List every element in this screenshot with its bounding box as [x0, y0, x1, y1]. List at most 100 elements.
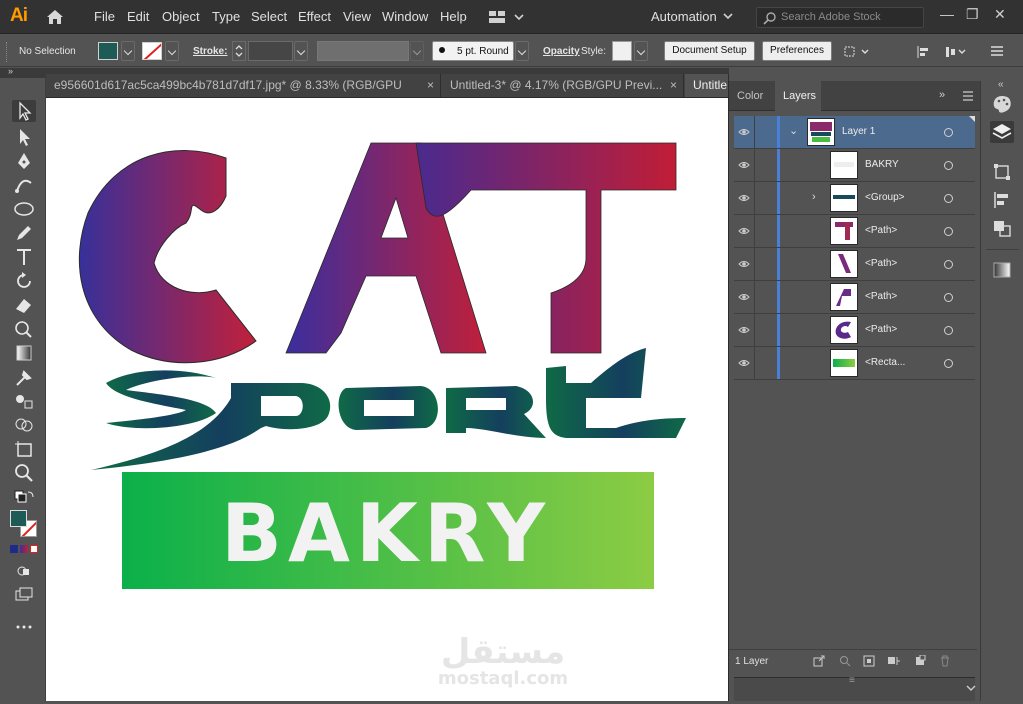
visibility-eye-icon[interactable]	[738, 226, 750, 236]
color-palette-icon[interactable]	[990, 93, 1014, 115]
clipping-mask-icon[interactable]	[863, 655, 875, 670]
target-circle-icon[interactable]	[944, 227, 953, 236]
visibility-eye-icon[interactable]	[738, 127, 750, 137]
eraser-tool-icon[interactable]	[12, 294, 36, 316]
menu-view[interactable]: View	[343, 9, 371, 24]
color-mode-buttons[interactable]	[10, 545, 38, 553]
resize-grip[interactable]: ≡	[849, 675, 855, 686]
expand-dock-icon[interactable]: «	[998, 79, 1004, 90]
align-icon[interactable]	[916, 44, 932, 63]
pen-tool-icon[interactable]	[12, 150, 36, 172]
collapse-icon[interactable]: »	[8, 66, 13, 76]
fill-dropdown[interactable]	[121, 41, 135, 61]
zoom-tool-icon[interactable]	[12, 462, 36, 484]
new-layer-icon[interactable]	[914, 654, 926, 670]
stroke-dropdown[interactable]	[165, 41, 179, 61]
maximize-button[interactable]: ❐	[966, 6, 979, 23]
screen-mode-icon[interactable]	[12, 584, 36, 606]
tab-close-icon[interactable]: ×	[670, 74, 677, 96]
layer-row[interactable]: <Path>	[734, 314, 975, 347]
layers-stack-icon[interactable]	[990, 121, 1014, 143]
layer-row[interactable]: <Recta...	[734, 347, 975, 380]
type-tool-icon[interactable]	[12, 246, 36, 268]
tab-document-3[interactable]: Untitle	[685, 74, 729, 97]
menu-select[interactable]: Select	[251, 9, 287, 24]
visibility-eye-icon[interactable]	[738, 193, 750, 203]
gradient-panel-icon[interactable]	[990, 259, 1014, 281]
tab-document-1[interactable]: e956601d617ac5ca499bc4b781d7df17.jpg* @ …	[46, 74, 441, 114]
chevron-down-icon[interactable]	[722, 10, 734, 25]
opacity-label[interactable]: Opacity	[543, 46, 580, 57]
layer-row[interactable]: › <Group>	[734, 182, 975, 215]
curvature-tool-icon[interactable]	[12, 174, 36, 196]
panel-options-icon[interactable]	[962, 90, 974, 105]
transform-icon[interactable]	[842, 44, 870, 63]
delete-layer-icon[interactable]	[939, 655, 951, 670]
selection-tool-icon[interactable]	[12, 100, 36, 122]
menu-type[interactable]: Type	[212, 9, 240, 24]
target-circle-icon[interactable]	[944, 359, 953, 368]
brush-dropdown[interactable]	[515, 41, 529, 61]
menu-object[interactable]: Object	[162, 9, 200, 24]
tab-document-2[interactable]: Untitled-3* @ 4.17% (RGB/GPU Previ... ×	[442, 74, 684, 97]
arrange-documents-icon[interactable]	[487, 8, 527, 26]
layer-row[interactable]: BAKRY	[734, 149, 975, 182]
gradient-tool-icon[interactable]	[12, 342, 36, 364]
tab-color[interactable]: Color	[729, 81, 771, 111]
home-icon[interactable]	[44, 7, 66, 27]
new-sublayer-icon[interactable]	[887, 655, 901, 670]
preferences-button[interactable]: Preferences	[762, 41, 832, 61]
transform-panel-icon[interactable]	[990, 161, 1014, 183]
layer-row[interactable]: <Path>	[734, 281, 975, 314]
target-circle-icon[interactable]	[944, 161, 953, 170]
tab-layers[interactable]: Layers	[775, 81, 821, 111]
tab-close-icon[interactable]: ×	[427, 74, 434, 96]
menu-edit[interactable]: Edit	[127, 9, 149, 24]
menu-help[interactable]: Help	[440, 9, 467, 24]
variable-width-profile[interactable]	[317, 41, 409, 61]
document-setup-button[interactable]: Document Setup	[664, 41, 755, 61]
rotate-tool-icon[interactable]	[12, 270, 36, 292]
target-circle-icon[interactable]	[944, 326, 953, 335]
eyedropper-tool-icon[interactable]	[12, 366, 36, 388]
brush-definition[interactable]: 5 pt. Round	[432, 41, 514, 61]
layer-row[interactable]: <Path>	[734, 248, 975, 281]
workspace-switcher[interactable]: Automation	[651, 9, 717, 24]
grip-handle[interactable]	[6, 42, 9, 62]
more-tools-icon[interactable]	[12, 616, 36, 638]
pathfinder-icon[interactable]	[990, 217, 1014, 239]
visibility-eye-icon[interactable]	[738, 325, 750, 335]
visibility-eye-icon[interactable]	[738, 292, 750, 302]
menu-effect[interactable]: Effect	[298, 9, 331, 24]
align-panel-icon[interactable]	[990, 189, 1014, 211]
stroke-stepper[interactable]	[232, 41, 246, 61]
visibility-eye-icon[interactable]	[738, 358, 750, 368]
target-circle-icon[interactable]	[944, 128, 953, 137]
drawing-mode-icon[interactable]	[12, 560, 36, 582]
minimize-button[interactable]: —	[940, 6, 954, 22]
fill-swatch[interactable]	[98, 42, 118, 60]
chevron-down-icon[interactable]	[966, 682, 976, 696]
visibility-eye-icon[interactable]	[738, 160, 750, 170]
stroke-label[interactable]: Stroke:	[193, 46, 227, 57]
export-icon[interactable]	[813, 655, 825, 670]
layer-row-top[interactable]: ⌄ Layer 1	[734, 116, 975, 149]
distribute-icon[interactable]	[944, 44, 966, 63]
chevron-down-icon[interactable]: ⌄	[789, 124, 798, 137]
ellipse-tool-icon[interactable]	[12, 198, 36, 220]
blend-tool-icon[interactable]	[12, 390, 36, 412]
artboard-tool-icon[interactable]	[12, 438, 36, 460]
profile-dropdown[interactable]	[410, 41, 424, 61]
search-input[interactable]: Search Adobe Stock	[756, 7, 924, 28]
direct-selection-tool-icon[interactable]	[12, 126, 36, 148]
puppet-warp-tool-icon[interactable]	[12, 318, 36, 340]
style-dropdown[interactable]	[634, 41, 648, 61]
stroke-weight-dropdown[interactable]	[294, 41, 308, 61]
swap-fill-stroke-icon[interactable]	[12, 488, 36, 510]
style-swatch[interactable]	[612, 41, 632, 61]
collapse-panel-icon[interactable]: »	[939, 89, 945, 101]
pencil-tool-icon[interactable]	[12, 222, 36, 244]
close-window-button[interactable]: ✕	[994, 6, 1006, 23]
artboard[interactable]: BAKRY مستقل mostaql.com	[46, 98, 729, 701]
visibility-eye-icon[interactable]	[738, 259, 750, 269]
